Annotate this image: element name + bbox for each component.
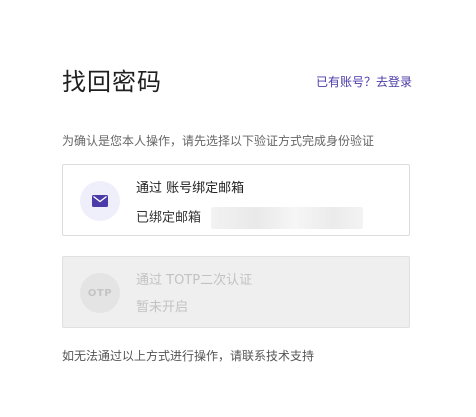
email-option-title: 通过 账号绑定邮箱 bbox=[136, 181, 245, 196]
email-verify-option[interactable]: 通过 账号绑定邮箱 已绑定邮箱 bbox=[62, 164, 410, 236]
masked-email bbox=[211, 207, 364, 229]
verify-hint: 为确认是您本人操作，请先选择以下验证方式完成身份验证 bbox=[62, 134, 375, 148]
page-title: 找回密码 bbox=[62, 68, 162, 96]
login-prompt: 已有账号？ bbox=[315, 75, 376, 89]
totp-option-title: 通过 TOTP二次认证 bbox=[136, 273, 253, 288]
otp-icon-badge: OTP bbox=[80, 273, 120, 313]
mail-icon-badge bbox=[80, 181, 120, 221]
email-option-subtitle: 已绑定邮箱 bbox=[136, 207, 364, 229]
go-login-link[interactable]: 已有账号？去登录 bbox=[316, 74, 412, 90]
bound-email-label: 已绑定邮箱 bbox=[136, 210, 202, 226]
login-link-label: 去登录 bbox=[375, 75, 412, 89]
totp-option-status: 暂未开启 bbox=[136, 300, 189, 315]
support-note: 如无法通过以上方式进行操作，请联系技术支持 bbox=[62, 349, 315, 363]
mail-icon bbox=[92, 195, 108, 207]
otp-icon: OTP bbox=[87, 287, 113, 299]
find-password-page: 找回密码 已有账号？去登录 为确认是您本人操作，请先选择以下验证方式完成身份验证… bbox=[0, 0, 476, 417]
totp-verify-option: OTP 通过 TOTP二次认证 暂未开启 bbox=[62, 256, 410, 328]
